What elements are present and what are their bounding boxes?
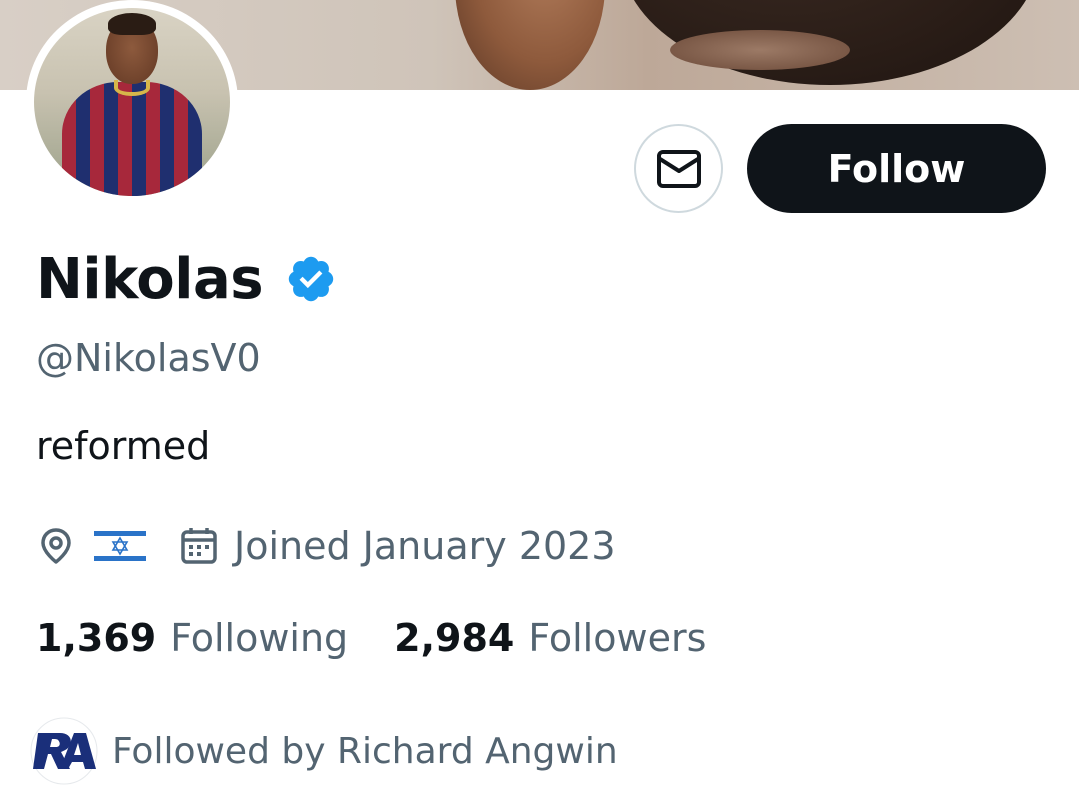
follow-button[interactable]: Follow xyxy=(747,124,1046,213)
profile-page: Follow Nikolas @NikolasV0 reformed Joine… xyxy=(0,0,1079,808)
follower-avatar xyxy=(30,717,98,785)
profile-handle: @NikolasV0 xyxy=(36,336,261,380)
avatar-photo-shirt xyxy=(62,82,202,196)
verified-badge-icon xyxy=(288,256,334,302)
profile-stats: 1,369 Following 2,984 Followers xyxy=(36,610,706,666)
profile-meta-row: Joined January 2023 xyxy=(36,518,616,574)
joined-date: Joined January 2023 xyxy=(234,524,616,568)
followers-label: Followers xyxy=(528,616,707,660)
avatar-photo-collar xyxy=(114,80,150,96)
following-link[interactable]: 1,369 Following xyxy=(36,616,348,660)
flag-star xyxy=(111,536,129,556)
banner-photo-part xyxy=(670,30,850,70)
flag-stripe-bottom xyxy=(94,556,146,561)
israel-flag-icon xyxy=(94,528,146,564)
followers-link[interactable]: 2,984 Followers xyxy=(394,616,706,660)
envelope-icon xyxy=(656,149,701,188)
avatar-photo xyxy=(34,8,230,196)
banner-photo-part xyxy=(455,0,605,90)
profile-bio: reformed xyxy=(36,424,211,468)
following-label: Following xyxy=(170,616,349,660)
name-row: Nikolas xyxy=(36,243,337,315)
following-count: 1,369 xyxy=(36,616,157,660)
display-name: Nikolas xyxy=(36,246,264,312)
calendar-icon xyxy=(181,528,217,564)
profile-avatar[interactable] xyxy=(26,0,238,204)
followers-count: 2,984 xyxy=(394,616,515,660)
followed-by-text: Followed by Richard Angwin xyxy=(112,730,618,772)
message-button[interactable] xyxy=(634,124,723,213)
avatar-photo-hair xyxy=(108,13,156,35)
follower-avatar-logo xyxy=(30,717,98,785)
location-pin-icon xyxy=(41,528,71,564)
followed-by-row[interactable]: Followed by Richard Angwin xyxy=(30,716,618,786)
